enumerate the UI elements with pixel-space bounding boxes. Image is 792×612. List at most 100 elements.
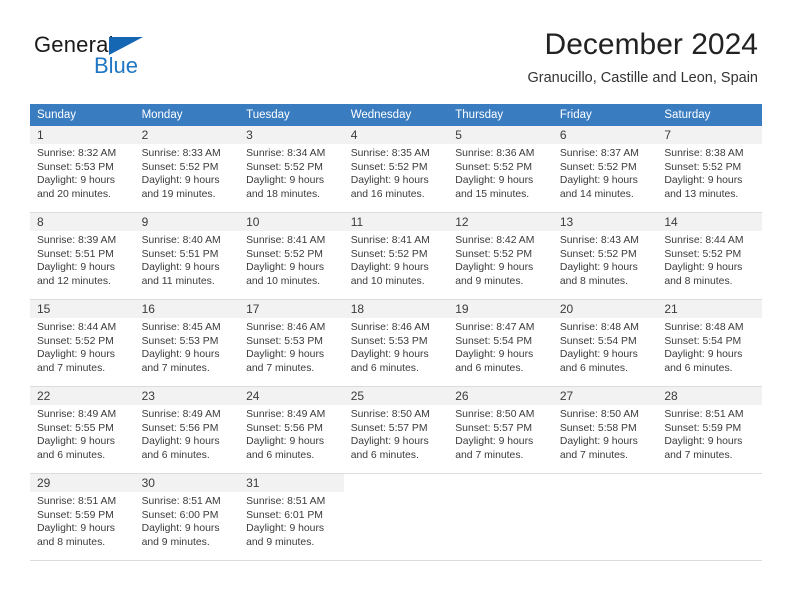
calendar-cell-day-5[interactable]: 5 Sunrise: 8:36 AM Sunset: 5:52 PM Daylight… bbox=[448, 126, 553, 213]
day-details: Sunrise: 8:47 AM Sunset: 5:54 PM Daylight:… bbox=[448, 318, 553, 375]
daylight-text-line2: and 9 minutes. bbox=[246, 536, 315, 548]
day-cell: 15 Sunrise: 8:44 AM Sunset: 5:52 PM Dayligh… bbox=[30, 300, 135, 386]
calendar-cell-day-11[interactable]: 11 Sunrise: 8:41 AM Sunset: 5:52 PM Dayligh… bbox=[343, 212, 449, 300]
day-cell bbox=[448, 474, 553, 560]
sunset-text: Sunset: 5:54 PM bbox=[664, 335, 742, 347]
calendar-cell-day-7[interactable]: 7 Sunrise: 8:38 AM Sunset: 5:52 PM Daylight… bbox=[657, 126, 762, 213]
daylight-text-line2: and 7 minutes. bbox=[141, 362, 210, 374]
calendar-cell-day-9[interactable]: 9 Sunrise: 8:40 AM Sunset: 5:51 PM Daylight… bbox=[134, 212, 240, 300]
sunrise-text: Sunrise: 8:41 AM bbox=[246, 235, 326, 246]
day-cell: 28 Sunrise: 8:51 AM Sunset: 5:59 PM Dayligh… bbox=[657, 387, 762, 473]
calendar-cell-day-25[interactable]: 25 Sunrise: 8:50 AM Sunset: 5:57 PM Dayligh… bbox=[343, 386, 449, 474]
daylight-text-line2: and 19 minutes. bbox=[141, 188, 216, 200]
calendar-cell-day-18[interactable]: 18 Sunrise: 8:46 AM Sunset: 5:53 PM Dayligh… bbox=[343, 299, 449, 387]
day-details: Sunrise: 8:48 AM Sunset: 5:54 PM Daylight:… bbox=[553, 318, 658, 375]
day-cell: 29 Sunrise: 8:51 AM Sunset: 5:59 PM Dayligh… bbox=[30, 474, 135, 560]
sunset-text: Sunset: 5:52 PM bbox=[664, 161, 742, 173]
sunrise-text: Sunrise: 8:51 AM bbox=[37, 496, 117, 507]
calendar-cell-day-24[interactable]: 24 Sunrise: 8:49 AM Sunset: 5:56 PM Dayligh… bbox=[239, 386, 344, 474]
day-number: 12 bbox=[448, 213, 553, 231]
calendar-cell-day-19[interactable]: 19 Sunrise: 8:47 AM Sunset: 5:54 PM Dayligh… bbox=[448, 299, 553, 387]
sunrise-text: Sunrise: 8:51 AM bbox=[141, 496, 221, 507]
day-cell: 6 Sunrise: 8:37 AM Sunset: 5:52 PM Daylight… bbox=[552, 126, 658, 212]
daylight-text-line1: Daylight: 9 hours bbox=[37, 262, 115, 274]
sunset-text: Sunset: 5:56 PM bbox=[246, 422, 323, 434]
daylight-text-line2: and 16 minutes. bbox=[350, 188, 425, 200]
daylight-text-line1: Daylight: 9 hours bbox=[141, 175, 220, 187]
calendar-cell-day-27[interactable]: 27 Sunrise: 8:50 AM Sunset: 5:58 PM Dayligh… bbox=[552, 386, 658, 474]
sunrise-text: Sunrise: 8:32 AM bbox=[37, 148, 117, 159]
calendar-cell-day-3[interactable]: 3 Sunrise: 8:34 AM Sunset: 5:52 PM Daylight… bbox=[239, 126, 344, 213]
day-cell: 27 Sunrise: 8:50 AM Sunset: 5:58 PM Dayligh… bbox=[552, 387, 658, 473]
daylight-text-line1: Daylight: 9 hours bbox=[37, 436, 115, 448]
calendar-cell-empty bbox=[343, 473, 449, 561]
calendar-cell-day-20[interactable]: 20 Sunrise: 8:48 AM Sunset: 5:54 PM Dayligh… bbox=[552, 299, 658, 387]
day-number: 16 bbox=[134, 300, 240, 318]
daylight-text-line2: and 7 minutes. bbox=[455, 449, 524, 461]
calendar-cell-day-16[interactable]: 16 Sunrise: 8:45 AM Sunset: 5:53 PM Dayligh… bbox=[134, 299, 240, 387]
sunset-text: Sunset: 5:59 PM bbox=[37, 509, 114, 521]
weekday-header-friday: Friday bbox=[552, 104, 658, 126]
day-details: Sunrise: 8:49 AM Sunset: 5:56 PM Daylight:… bbox=[239, 405, 344, 462]
calendar-cell-day-10[interactable]: 10 Sunrise: 8:41 AM Sunset: 5:52 PM Dayligh… bbox=[239, 212, 344, 300]
calendar-cell-day-21[interactable]: 21 Sunrise: 8:48 AM Sunset: 5:54 PM Dayligh… bbox=[657, 299, 762, 387]
calendar-cell-day-17[interactable]: 17 Sunrise: 8:46 AM Sunset: 5:53 PM Dayligh… bbox=[239, 299, 344, 387]
day-number: 20 bbox=[552, 300, 658, 318]
daylight-text-line2: and 6 minutes. bbox=[37, 449, 106, 461]
day-cell: 5 Sunrise: 8:36 AM Sunset: 5:52 PM Daylight… bbox=[448, 126, 553, 212]
calendar-cell-day-28[interactable]: 28 Sunrise: 8:51 AM Sunset: 5:59 PM Dayligh… bbox=[657, 386, 762, 474]
day-number: 5 bbox=[448, 126, 553, 144]
calendar-cell-day-12[interactable]: 12 Sunrise: 8:42 AM Sunset: 5:52 PM Dayligh… bbox=[448, 212, 553, 300]
day-number: 13 bbox=[552, 213, 658, 231]
day-cell: 21 Sunrise: 8:48 AM Sunset: 5:54 PM Dayligh… bbox=[657, 300, 762, 386]
sunrise-text: Sunrise: 8:46 AM bbox=[350, 322, 430, 333]
day-number bbox=[552, 474, 658, 492]
calendar-cell-day-22[interactable]: 22 Sunrise: 8:49 AM Sunset: 5:55 PM Dayligh… bbox=[30, 386, 135, 474]
calendar-cell-day-23[interactable]: 23 Sunrise: 8:49 AM Sunset: 5:56 PM Dayligh… bbox=[134, 386, 240, 474]
daylight-text-line1: Daylight: 9 hours bbox=[664, 349, 743, 361]
general-blue-logo[interactable]: General Blue bbox=[34, 34, 234, 90]
calendar-table: Sunday Monday Tuesday Wednesday Thursday Frid… bbox=[30, 104, 762, 561]
calendar-cell-day-6[interactable]: 6 Sunrise: 8:37 AM Sunset: 5:52 PM Daylight… bbox=[552, 126, 658, 213]
day-details: Sunrise: 8:46 AM Sunset: 5:53 PM Daylight:… bbox=[344, 318, 449, 375]
calendar-cell-day-30[interactable]: 30 Sunrise: 8:51 AM Sunset: 6:00 PM Dayligh… bbox=[134, 473, 240, 561]
sunset-text: Sunset: 5:53 PM bbox=[141, 335, 219, 347]
day-details: Sunrise: 8:38 AM Sunset: 5:52 PM Daylight:… bbox=[657, 144, 762, 201]
sunset-text: Sunset: 5:52 PM bbox=[350, 248, 428, 260]
daylight-text-line1: Daylight: 9 hours bbox=[246, 436, 325, 448]
day-cell: 26 Sunrise: 8:50 AM Sunset: 5:57 PM Dayligh… bbox=[448, 387, 553, 473]
calendar-cell-day-15[interactable]: 15 Sunrise: 8:44 AM Sunset: 5:52 PM Dayligh… bbox=[30, 299, 135, 387]
day-cell: 24 Sunrise: 8:49 AM Sunset: 5:56 PM Dayligh… bbox=[239, 387, 344, 473]
day-number: 4 bbox=[343, 126, 449, 144]
sunrise-text: Sunrise: 8:41 AM bbox=[350, 235, 430, 246]
day-number: 1 bbox=[30, 126, 135, 144]
daylight-text-line2: and 6 minutes. bbox=[559, 362, 628, 374]
day-cell: 12 Sunrise: 8:42 AM Sunset: 5:52 PM Dayligh… bbox=[448, 213, 553, 299]
calendar-cell-day-13[interactable]: 13 Sunrise: 8:43 AM Sunset: 5:52 PM Dayligh… bbox=[552, 212, 658, 300]
page-title: December 2024 bbox=[544, 28, 758, 61]
calendar-cell-day-31[interactable]: 31 Sunrise: 8:51 AM Sunset: 6:01 PM Dayligh… bbox=[239, 473, 344, 561]
calendar-page: General Blue December 2024 Granucillo, C… bbox=[0, 0, 792, 612]
calendar-cell-empty bbox=[552, 473, 658, 561]
day-number: 19 bbox=[448, 300, 553, 318]
daylight-text-line2: and 7 minutes. bbox=[37, 362, 106, 374]
daylight-text-line1: Daylight: 9 hours bbox=[559, 175, 638, 187]
day-number: 18 bbox=[343, 300, 449, 318]
sunset-text: Sunset: 5:54 PM bbox=[559, 335, 637, 347]
daylight-text-line2: and 6 minutes. bbox=[246, 449, 315, 461]
day-details: Sunrise: 8:49 AM Sunset: 5:55 PM Daylight:… bbox=[30, 405, 135, 462]
day-cell: 17 Sunrise: 8:46 AM Sunset: 5:53 PM Dayligh… bbox=[239, 300, 344, 386]
calendar-cell-day-2[interactable]: 2 Sunrise: 8:33 AM Sunset: 5:52 PM Daylight… bbox=[134, 126, 240, 213]
calendar-header-row: Sunday Monday Tuesday Wednesday Thursday Frid… bbox=[30, 104, 762, 126]
day-details: Sunrise: 8:44 AM Sunset: 5:52 PM Daylight:… bbox=[657, 231, 762, 288]
calendar-cell-day-4[interactable]: 4 Sunrise: 8:35 AM Sunset: 5:52 PM Daylight… bbox=[343, 126, 449, 213]
day-number: 27 bbox=[552, 387, 658, 405]
calendar-cell-day-29[interactable]: 29 Sunrise: 8:51 AM Sunset: 5:59 PM Dayligh… bbox=[30, 473, 135, 561]
calendar-cell-day-8[interactable]: 8 Sunrise: 8:39 AM Sunset: 5:51 PM Daylight… bbox=[30, 212, 135, 300]
calendar-cell-day-26[interactable]: 26 Sunrise: 8:50 AM Sunset: 5:57 PM Dayligh… bbox=[448, 386, 553, 474]
calendar-cell-day-1[interactable]: 1 Sunrise: 8:32 AM Sunset: 5:53 PM Daylight… bbox=[30, 126, 135, 213]
day-details: Sunrise: 8:51 AM Sunset: 5:59 PM Daylight:… bbox=[30, 492, 135, 549]
calendar-cell-day-14[interactable]: 14 Sunrise: 8:44 AM Sunset: 5:52 PM Dayligh… bbox=[657, 212, 762, 300]
sunrise-text: Sunrise: 8:42 AM bbox=[455, 235, 535, 246]
sunset-text: Sunset: 5:52 PM bbox=[559, 161, 637, 173]
